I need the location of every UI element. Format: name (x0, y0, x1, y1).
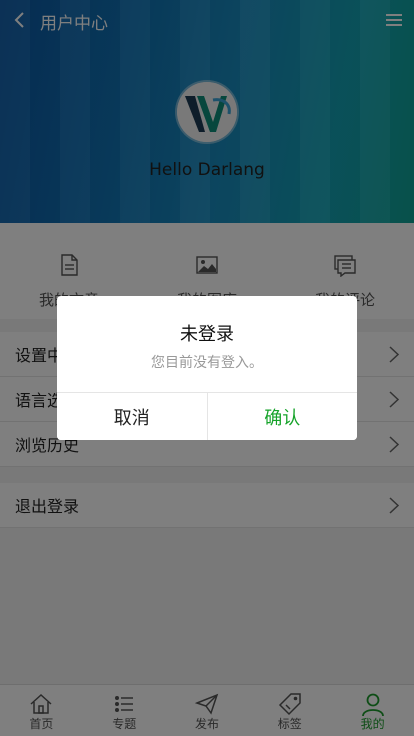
dialog-actions: 取消 确认 (57, 392, 357, 440)
dialog-message: 您目前没有登入。 (151, 355, 263, 371)
cancel-button[interactable]: 取消 (57, 393, 208, 440)
dialog-title: 未登录 (180, 324, 234, 345)
login-required-dialog: 未登录 您目前没有登入。 取消 确认 (57, 296, 357, 440)
confirm-button[interactable]: 确认 (207, 393, 357, 440)
